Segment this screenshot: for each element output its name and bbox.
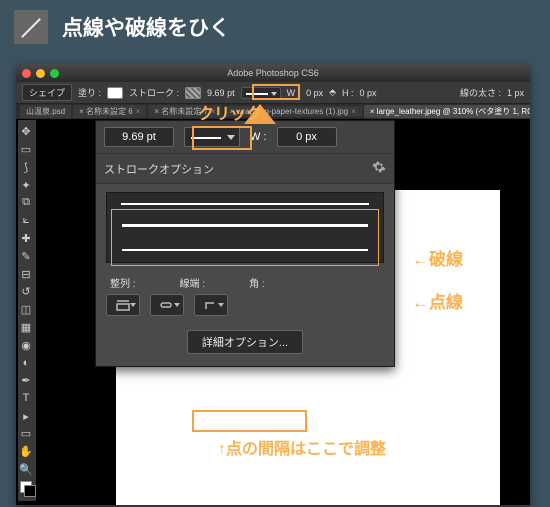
stroke-sublabels: 整列 : 線端 : 角 : [96, 269, 394, 292]
line-weight-value[interactable]: 1 px [507, 88, 524, 98]
stamp-tool-icon[interactable]: ⊟ [18, 266, 34, 282]
stroke-options-panel: 9.69 pt W : 0 px ストロークオプション 整列 : 線端 : 角 … [95, 120, 395, 367]
stroke-style-solid[interactable] [121, 203, 369, 205]
page-title: 点線や破線をひく [62, 12, 230, 42]
corner-button[interactable] [194, 294, 228, 316]
path-select-tool-icon[interactable]: ▸ [18, 408, 34, 424]
zoom-window-button[interactable] [50, 69, 59, 78]
document-tab[interactable]: × wrapping-paper-textures (1).jpg× [224, 106, 362, 117]
fill-label: 塗り : [78, 86, 101, 99]
stroke-weight-field[interactable]: 9.69 pt [104, 127, 174, 147]
pen-tool-icon[interactable]: ✒ [18, 373, 34, 389]
height-value[interactable]: 0 px [360, 88, 377, 98]
tools-panel: ✥ ▭ ⟆ ✦ ⧉ ⟀ ✚ ✎ ⊟ ↺ ◫ ▦ ◉ ◐ ✒ T ▸ ▭ ✋ 🔍 [18, 120, 36, 501]
marquee-tool-icon[interactable]: ▭ [18, 142, 34, 158]
stroke-w-field[interactable]: 0 px [277, 127, 337, 147]
corner-label: 角 : [249, 275, 265, 290]
lasso-tool-icon[interactable]: ⟆ [18, 160, 34, 176]
align-button[interactable] [106, 294, 140, 316]
link-wh-icon[interactable]: ⬘ [329, 87, 336, 98]
stroke-swatch[interactable] [185, 87, 201, 99]
eraser-tool-icon[interactable]: ◫ [18, 302, 34, 318]
options-bar: シェイプ 塗り : ストローク : 9.69 pt W : 0 px ⬘ H :… [16, 82, 530, 104]
document-tab[interactable]: × large_leather.jpeg @ 310% (ベタ塗り 1, RGB… [364, 105, 530, 118]
shape-tool-icon[interactable]: ▭ [18, 426, 34, 442]
stroke-style-preview[interactable] [184, 127, 240, 147]
brush-tool-icon[interactable]: ✎ [18, 248, 34, 264]
dodge-tool-icon[interactable]: ◐ [18, 355, 34, 371]
stroke-styles-list [106, 192, 384, 263]
stroke-style-dropdown[interactable] [241, 87, 281, 99]
close-window-button[interactable] [22, 69, 31, 78]
window-title: Adobe Photoshop CS6 [227, 68, 319, 78]
line-tool-icon [14, 10, 48, 44]
stroke-options-title: ストロークオプション [104, 161, 214, 177]
width-label: W : [287, 88, 301, 98]
cap-label: 線端 : [180, 275, 206, 290]
fill-swatch[interactable] [107, 87, 123, 99]
crop-tool-icon[interactable]: ⧉ [18, 195, 34, 211]
shape-mode-dropdown[interactable]: シェイプ [22, 84, 72, 101]
width-value[interactable]: 0 px [306, 88, 323, 98]
stroke-style-dotted[interactable] [122, 249, 368, 251]
stroke-weight-value[interactable]: 9.69 pt [207, 88, 235, 98]
document-tab[interactable]: × 名称未設定 7× [148, 105, 221, 118]
minimize-window-button[interactable] [36, 69, 45, 78]
align-label: 整列 : [110, 275, 136, 290]
hand-tool-icon[interactable]: ✋ [18, 444, 34, 460]
wand-tool-icon[interactable]: ✦ [18, 177, 34, 193]
page-banner: 点線や破線をひく [0, 0, 550, 50]
height-label: H : [342, 88, 354, 98]
document-tab[interactable]: 山温泉.psd [20, 105, 71, 118]
stroke-controls-row [96, 292, 394, 326]
cap-button[interactable] [150, 294, 184, 316]
stroke-label: ストローク : [129, 86, 179, 99]
gradient-tool-icon[interactable]: ▦ [18, 319, 34, 335]
stroke-panel-top-row: 9.69 pt W : 0 px [96, 121, 394, 154]
stroke-style-dashed[interactable] [122, 224, 368, 227]
move-tool-icon[interactable]: ✥ [18, 124, 34, 140]
stroke-w-label: W : [250, 131, 267, 143]
stroke-options-header: ストロークオプション [96, 154, 394, 184]
eyedropper-tool-icon[interactable]: ⟀ [18, 213, 34, 229]
history-brush-tool-icon[interactable]: ↺ [18, 284, 34, 300]
color-swatches[interactable] [18, 479, 34, 501]
stroke-styles-highlight [111, 209, 379, 266]
blur-tool-icon[interactable]: ◉ [18, 337, 34, 353]
heal-tool-icon[interactable]: ✚ [18, 231, 34, 247]
line-weight-label: 線の太さ : [460, 86, 501, 99]
zoom-tool-icon[interactable]: 🔍 [18, 462, 34, 478]
window-controls[interactable] [22, 69, 59, 78]
document-tab[interactable]: × 名称未設定 6× [73, 105, 146, 118]
type-tool-icon[interactable]: T [18, 390, 34, 406]
gear-icon[interactable] [372, 160, 386, 177]
window-titlebar: Adobe Photoshop CS6 [16, 64, 530, 82]
document-tabs: 山温泉.psd × 名称未設定 6× × 名称未設定 7× × wrapping… [16, 104, 530, 120]
advanced-options-button[interactable]: 詳細オプション... [187, 330, 303, 354]
